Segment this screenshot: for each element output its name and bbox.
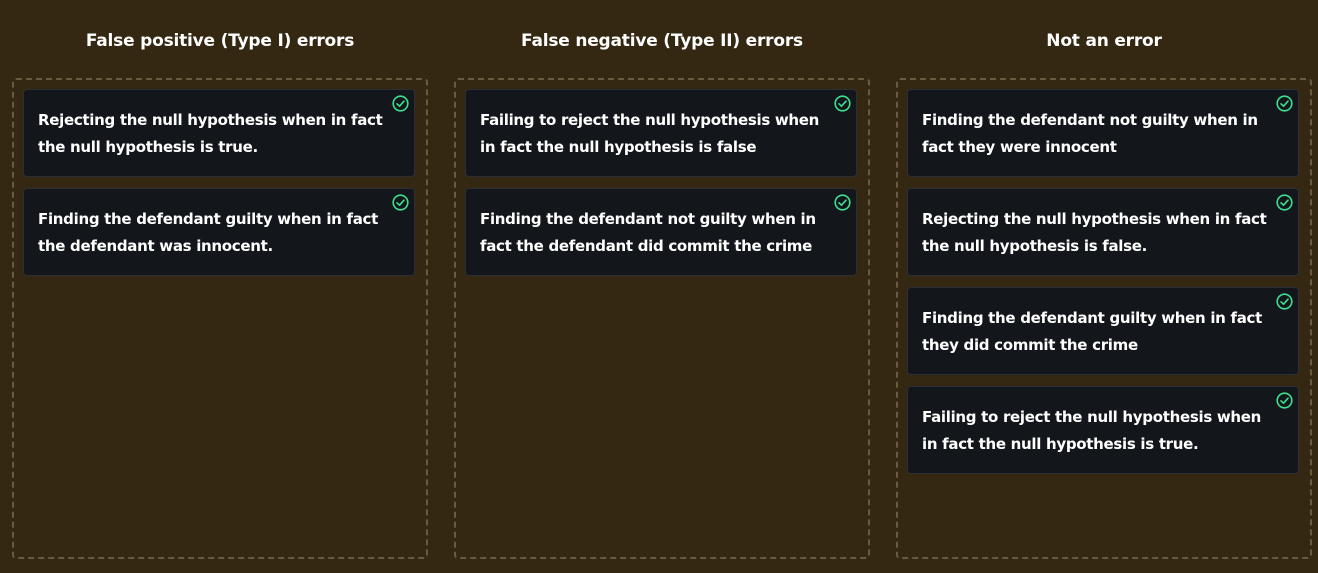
column-false-positive: False positive (Type I) errors Rejecting… bbox=[12, 0, 428, 573]
answer-card[interactable]: Rejecting the null hypothesis when in fa… bbox=[23, 89, 415, 177]
card-text: Finding the defendant not guilty when in… bbox=[480, 210, 816, 255]
answer-card[interactable]: Finding the defendant not guilty when in… bbox=[907, 89, 1299, 177]
card-text: Rejecting the null hypothesis when in fa… bbox=[922, 210, 1267, 255]
answer-card[interactable]: Failing to reject the null hypothesis wh… bbox=[465, 89, 857, 177]
card-text: Failing to reject the null hypothesis wh… bbox=[922, 408, 1262, 453]
check-circle-icon bbox=[1276, 293, 1293, 310]
check-circle-icon bbox=[392, 95, 409, 112]
answer-card[interactable]: Finding the defendant not guilty when in… bbox=[465, 188, 857, 276]
column-false-negative: False negative (Type II) errors Failing … bbox=[454, 0, 870, 573]
column-title: False negative (Type II) errors bbox=[521, 31, 803, 51]
answer-card[interactable]: Finding the defendant guilty when in fac… bbox=[23, 188, 415, 276]
column-not-an-error: Not an error Finding the defendant not g… bbox=[896, 0, 1312, 573]
column-title: Not an error bbox=[1046, 31, 1162, 51]
check-circle-icon bbox=[834, 194, 851, 211]
answer-card[interactable]: Rejecting the null hypothesis when in fa… bbox=[907, 188, 1299, 276]
dropzone-not-an-error[interactable]: Finding the defendant not guilty when in… bbox=[896, 78, 1312, 559]
card-text: Failing to reject the null hypothesis wh… bbox=[480, 111, 820, 156]
card-text: Finding the defendant guilty when in fac… bbox=[922, 309, 1262, 354]
check-circle-icon bbox=[1276, 95, 1293, 112]
drag-drop-board: False positive (Type I) errors Rejecting… bbox=[0, 0, 1318, 573]
answer-card[interactable]: Finding the defendant guilty when in fac… bbox=[907, 287, 1299, 375]
card-text: Finding the defendant not guilty when in… bbox=[922, 111, 1258, 156]
check-circle-icon bbox=[392, 194, 409, 211]
column-title: False positive (Type I) errors bbox=[85, 31, 355, 51]
card-text: Finding the defendant guilty when in fac… bbox=[38, 210, 378, 255]
answer-card[interactable]: Failing to reject the null hypothesis wh… bbox=[907, 386, 1299, 474]
dropzone-false-negative[interactable]: Failing to reject the null hypothesis wh… bbox=[454, 78, 870, 559]
check-circle-icon bbox=[1276, 392, 1293, 409]
dropzone-false-positive[interactable]: Rejecting the null hypothesis when in fa… bbox=[12, 78, 428, 559]
check-circle-icon bbox=[1276, 194, 1293, 211]
card-text: Rejecting the null hypothesis when in fa… bbox=[38, 111, 383, 156]
check-circle-icon bbox=[834, 95, 851, 112]
